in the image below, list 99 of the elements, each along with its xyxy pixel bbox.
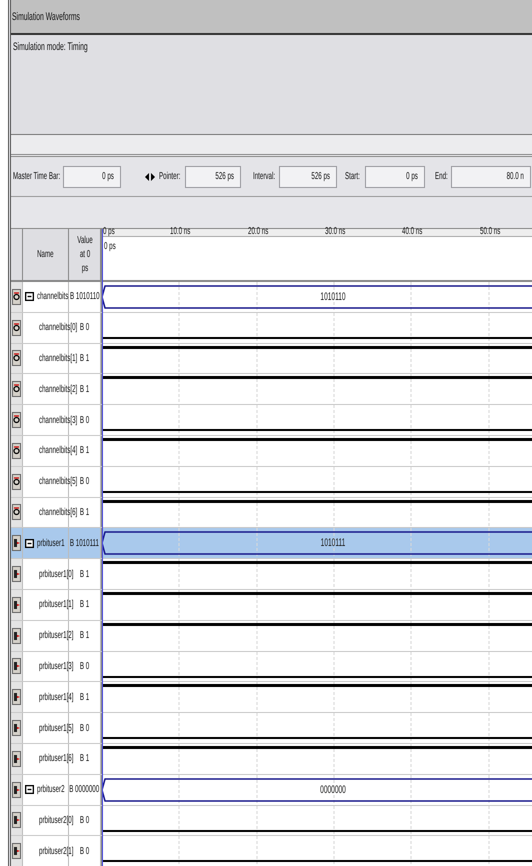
time-field[interactable]: 0 ps <box>365 166 425 188</box>
time-ruler: 0 ps 10.0 ns 20.0 ns 30.0 ns 40.0 ns 50.0 ns <box>102 229 532 237</box>
time-bar-label: Interval: <box>253 171 276 182</box>
signal-value: B 1 <box>80 384 90 395</box>
signal-value: B 0 <box>80 414 90 426</box>
simulation-mode-text: Simulation mode: Timing <box>13 41 88 53</box>
time-bar-label: Start: <box>345 171 360 182</box>
signal-value: B 0000000 <box>70 784 100 796</box>
signal-value: B 1 <box>80 599 90 610</box>
signal-value: B 0 <box>80 660 90 672</box>
time-field[interactable]: 0 ps <box>63 166 121 188</box>
collapse-icon[interactable] <box>25 785 34 794</box>
signal-name: prbituser1[3] <box>39 660 74 672</box>
output-pin-icon <box>12 750 21 767</box>
signal-row[interactable]: prbituser1[4] B 1 <box>11 682 532 714</box>
panel-title: Simulation Waveforms <box>12 10 80 22</box>
output-pin-icon <box>12 843 21 860</box>
signal-row[interactable]: prbituser1[6] B 1 <box>11 744 532 775</box>
bus-value-label: 1010111 <box>320 536 346 549</box>
bus-value-label: 0000000 <box>320 783 346 796</box>
signal-name: channelbits[2] <box>39 384 78 395</box>
signal-value: B 1 <box>80 630 90 642</box>
time-field[interactable]: 526 ps <box>279 166 337 188</box>
time-field[interactable]: 80.0 n <box>451 166 531 188</box>
input-pin-icon <box>12 350 21 366</box>
signal-value: B 1 <box>80 445 90 456</box>
pointer-arrows-icon[interactable] <box>145 170 155 182</box>
signal-row[interactable]: prbituser2 B 0000000 0000000 <box>11 774 532 806</box>
signal-name: prbituser1[4] <box>39 692 74 703</box>
signal-row[interactable]: prbituser1[0] B 1 <box>11 559 532 590</box>
collapse-icon[interactable] <box>25 292 34 302</box>
signal-value: B 0 <box>80 722 90 734</box>
signal-row[interactable]: channelbits[1] B 1 <box>11 344 532 374</box>
signal-row[interactable]: prbituser1[1] B 1 <box>11 590 532 621</box>
signal-name: channelbits[0] <box>39 322 78 334</box>
signal-value: B 1 <box>80 753 90 764</box>
signal-name: prbituser1[5] <box>39 722 74 734</box>
signal-value: B 0 <box>80 476 90 488</box>
output-pin-icon <box>12 689 21 706</box>
output-pin-icon <box>12 535 21 552</box>
signal-name: prbituser1[0] <box>39 568 74 580</box>
cursor-time-label: 0 ps <box>104 241 116 252</box>
signal-name: prbituser2[1] <box>39 846 74 857</box>
output-pin-icon <box>12 658 21 674</box>
input-pin-icon <box>12 442 21 459</box>
bus-value-label: 1010110 <box>320 290 346 302</box>
input-pin-icon <box>12 412 21 428</box>
signal-row[interactable]: prbituser1[3] B 0 <box>11 652 532 682</box>
signal-value: B 1 <box>80 692 90 703</box>
output-pin-icon <box>12 782 21 798</box>
signal-name: channelbits[5] <box>39 476 78 488</box>
signal-row[interactable]: channelbitsB 1010110 1010110 <box>11 282 532 313</box>
signal-row[interactable]: channelbits[5] B 0 <box>11 466 532 498</box>
time-bar-label: End: <box>435 171 448 182</box>
signal-value: B 1 <box>80 352 90 364</box>
output-pin-icon <box>12 720 21 736</box>
output-pin-icon <box>12 566 21 582</box>
signal-name: channelbits[6] <box>39 506 78 518</box>
signal-value: B 0 <box>80 814 90 826</box>
signal-row[interactable]: prbituser1[5] B 0 <box>11 713 532 744</box>
signal-row[interactable]: channelbits[0] B 0 <box>11 312 532 344</box>
splitter-bar[interactable] <box>11 135 532 157</box>
input-pin-icon <box>12 381 21 398</box>
signal-name: channelbits[4] <box>39 445 78 456</box>
signal-row[interactable]: channelbits[4] B 1 <box>11 436 532 467</box>
signal-value: B 1 <box>80 568 90 580</box>
time-bar-label: Pointer: <box>159 171 180 182</box>
output-pin-icon <box>12 628 21 644</box>
signal-name: prbituser1[2] <box>39 630 74 642</box>
signal-row[interactable]: prbituser2[1] B 0 <box>11 836 532 866</box>
input-pin-icon <box>12 504 21 520</box>
signal-name: prbituser1 <box>37 538 65 549</box>
signal-row[interactable]: channelbits[6] B 1 <box>11 498 532 528</box>
signal-name: prbituser1[6] <box>39 753 74 764</box>
signal-name: channelbits[1] <box>39 352 78 364</box>
signal-value: B 1 <box>80 506 90 518</box>
signal-row[interactable]: prbituser1[2] B 1 <box>11 620 532 652</box>
signal-name: prbituser1[1] <box>39 599 74 610</box>
signal-value: B 0 <box>80 846 90 857</box>
output-pin-icon <box>12 812 21 828</box>
time-bar-label: Master Time Bar: <box>13 171 60 182</box>
signal-name: channelbits[3] <box>39 414 78 426</box>
signal-value: B 1010111 <box>70 538 100 549</box>
signal-value: B 0 <box>80 322 90 334</box>
column-header[interactable]: Name <box>23 229 69 280</box>
input-pin-icon <box>12 288 21 305</box>
signal-name: prbituser2 <box>37 784 65 796</box>
input-pin-icon <box>12 474 21 490</box>
signal-row[interactable]: channelbits[2] B 1 <box>11 374 532 406</box>
time-field[interactable]: 526 ps <box>185 166 241 188</box>
signal-row[interactable]: prbituser2[0] B 0 <box>11 806 532 836</box>
signal-name: channelbits <box>37 291 68 302</box>
signal-name: prbituser2[0] <box>39 814 74 826</box>
signal-row[interactable]: channelbits[3] B 0 <box>11 405 532 436</box>
signal-row[interactable]: prbituser1 B 1010111 1010111 <box>11 528 532 560</box>
input-pin-icon <box>12 320 21 336</box>
output-pin-icon <box>12 596 21 613</box>
signal-value: B 1010110 <box>70 291 100 302</box>
collapse-icon[interactable] <box>25 538 34 548</box>
